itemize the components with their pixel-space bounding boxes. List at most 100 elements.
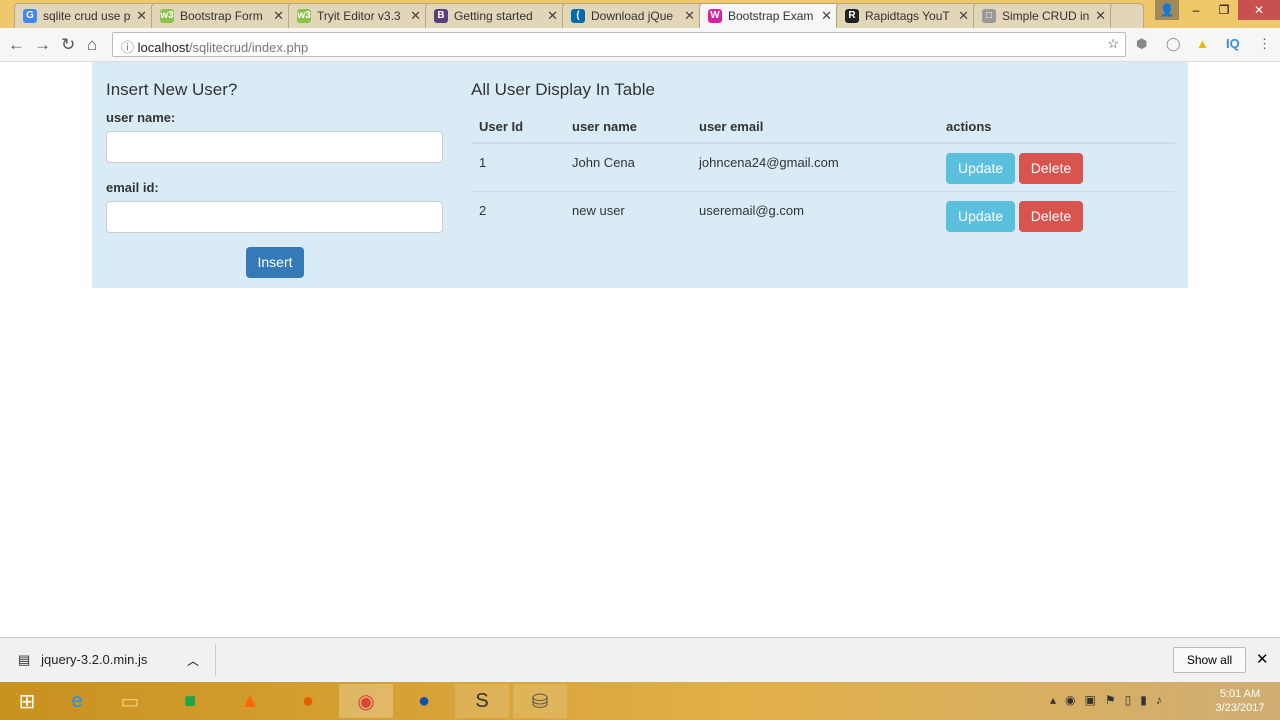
close-window-button[interactable]: ✕	[1238, 0, 1280, 20]
browser-tab[interactable]: w3 Bootstrap Form ✕	[151, 3, 293, 28]
bootstrap-icon: B	[434, 9, 448, 23]
tab-title: Download jQue	[591, 9, 674, 23]
w3schools-icon: w3	[297, 9, 311, 23]
close-tab-icon[interactable]: ✕	[547, 8, 558, 24]
url-host: localhost	[137, 40, 189, 55]
browser-tab[interactable]: W Bootstrap Exam ✕	[699, 3, 841, 28]
download-filename: jquery-3.2.0.min.js	[41, 652, 148, 667]
system-tray-icons[interactable]: ▴◉▣⚑▯▮♪	[1050, 693, 1171, 707]
cell-email: useremail@g.com	[691, 190, 938, 239]
extension-icon[interactable]: ⬢	[1136, 36, 1147, 52]
vlc-icon[interactable]: ▲	[223, 684, 277, 718]
store-icon[interactable]: ■	[163, 684, 217, 718]
file-icon: ▤	[18, 652, 31, 667]
address-bar-row: ← → ↻ ⌂ ⓘ localhost/sqlitecrud/index.php…	[0, 28, 1280, 62]
iq-extension-icon[interactable]: IQ	[1226, 36, 1240, 51]
delete-button[interactable]: Delete	[1018, 153, 1084, 184]
user-name-input[interactable]	[106, 131, 443, 163]
tab-title: Simple CRUD in	[1002, 9, 1090, 23]
close-tab-icon[interactable]: ✕	[821, 8, 832, 24]
header-user-email: user email	[691, 110, 938, 144]
rapidtags-icon: R	[845, 9, 859, 23]
tab-title: Getting started	[454, 9, 533, 23]
close-tab-icon[interactable]: ✕	[958, 8, 969, 24]
cell-id: 1	[471, 142, 564, 191]
delete-button[interactable]: Delete	[1018, 200, 1084, 232]
close-tab-icon[interactable]: ✕	[410, 8, 421, 24]
user-name-label: user name:	[106, 110, 176, 125]
jquery-icon: (	[571, 9, 585, 23]
cell-name: John Cena	[564, 142, 691, 191]
browser-tab[interactable]: w3 Tryit Editor v3.3 ✕	[288, 3, 430, 28]
show-all-button[interactable]: Show all	[1173, 647, 1246, 673]
browser-tab[interactable]: R Rapidtags YouT ✕	[836, 3, 978, 28]
tab-title: Bootstrap Form	[180, 9, 263, 23]
update-button[interactable]: Update	[946, 153, 1016, 184]
download-bar: ▤ jquery-3.2.0.min.js ︿ Show all ✕	[0, 637, 1280, 682]
chrome-icon[interactable]: ◉	[339, 684, 393, 718]
browser-tab[interactable]: □ Simple CRUD in ✕	[973, 3, 1115, 28]
globe-app-icon[interactable]: ●	[397, 684, 451, 718]
users-table: User Id user name user email actions 1 J…	[471, 110, 1175, 239]
taskbar: ⊞ e ▭ ■ ▲ ● ◉ ● S ⛁ ▴◉▣⚑▯▮♪ 5:01 AM 3/23/…	[0, 682, 1280, 720]
profile-button[interactable]: 👤	[1155, 0, 1179, 20]
header-user-id: User Id	[471, 110, 564, 144]
sublime-text-icon[interactable]: S	[455, 684, 509, 718]
browser-tab[interactable]: Gsqlite crud use p ✕	[14, 3, 156, 28]
chevron-up-icon[interactable]: ︿	[187, 652, 199, 669]
google-drive-icon[interactable]: ▲	[1196, 36, 1209, 51]
maximize-button[interactable]: ❐	[1210, 0, 1238, 20]
form-title: Insert New User?	[106, 80, 238, 99]
cell-email: johncena24@gmail.com	[691, 142, 938, 191]
google-icon: G	[23, 9, 37, 23]
cell-name: new user	[564, 190, 691, 239]
email-label: email id:	[106, 180, 159, 195]
minimize-button[interactable]: –	[1182, 0, 1210, 20]
header-user-name: user name	[564, 110, 691, 144]
tab-title: Tryit Editor v3.3	[317, 9, 401, 23]
w3-icon: W	[708, 9, 722, 23]
url-path: /sqlitecrud/index.php	[188, 40, 309, 55]
insert-button[interactable]: Insert	[246, 247, 304, 278]
start-windows-icon[interactable]: ⊞	[0, 684, 54, 718]
extension-circle-icon[interactable]: ◯	[1166, 36, 1181, 52]
close-tab-icon[interactable]: ✕	[273, 8, 284, 24]
content-panel: Insert New User? user name: email id: In…	[92, 62, 1188, 288]
url-input[interactable]: ⓘ localhost/sqlitecrud/index.php ☆	[112, 32, 1126, 57]
database-icon[interactable]: ⛁	[513, 684, 567, 718]
update-button[interactable]: Update	[946, 200, 1016, 232]
header-actions: actions	[938, 110, 1175, 144]
email-input[interactable]	[106, 201, 443, 233]
firefox-icon[interactable]: ●	[281, 684, 335, 718]
page-icon: □	[982, 9, 996, 23]
home-icon[interactable]: ⌂	[87, 35, 97, 55]
divider	[215, 644, 216, 676]
clock[interactable]: 5:01 AM 3/23/2017	[1210, 687, 1270, 715]
new-tab-button[interactable]	[1110, 3, 1144, 28]
tab-strip: Gsqlite crud use p ✕ w3 Bootstrap Form ✕ w3 Tr…	[0, 0, 1280, 28]
cell-actions: Update Delete	[938, 190, 1175, 239]
close-tab-icon[interactable]: ✕	[136, 8, 147, 24]
menu-icon[interactable]: ⋮	[1258, 36, 1271, 52]
tab-title: sqlite crud use p	[43, 9, 131, 23]
file-explorer-icon[interactable]: ▭	[103, 684, 157, 718]
w3schools-icon: w3	[160, 9, 174, 23]
close-tab-icon[interactable]: ✕	[684, 8, 695, 24]
table-row: 2 new user useremail@g.com Update Delete	[471, 190, 1175, 239]
close-tab-icon[interactable]: ✕	[1095, 8, 1106, 24]
browser-tab[interactable]: ( Download jQue ✕	[562, 3, 704, 28]
tab-title: Rapidtags YouT	[865, 9, 950, 23]
tab-title: Bootstrap Exam	[728, 9, 814, 23]
back-icon[interactable]: ←	[8, 35, 25, 55]
download-item[interactable]: ▤ jquery-3.2.0.min.js	[18, 652, 147, 668]
forward-icon[interactable]: →	[34, 35, 51, 55]
table-row: 1 John Cena johncena24@gmail.com Update …	[471, 142, 1175, 191]
internet-explorer-icon[interactable]: e	[50, 684, 104, 718]
bookmark-star-icon[interactable]: ☆	[1107, 36, 1119, 52]
close-download-bar-icon[interactable]: ✕	[1256, 650, 1269, 668]
browser-tab[interactable]: B Getting started ✕	[425, 3, 567, 28]
cell-actions: Update Delete	[938, 142, 1175, 191]
clock-date: 3/23/2017	[1215, 702, 1265, 714]
clock-time: 5:01 AM	[1219, 688, 1261, 700]
reload-icon[interactable]: ↻	[61, 35, 75, 55]
